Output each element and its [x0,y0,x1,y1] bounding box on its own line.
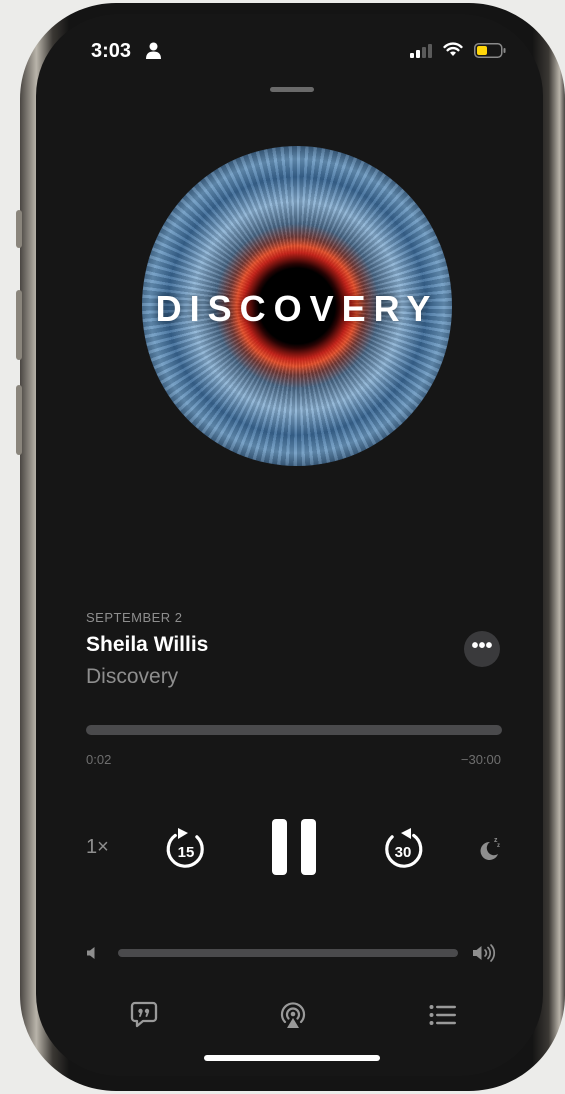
sleep-timer-button[interactable]: z z [478,834,502,860]
svg-text:z: z [497,843,500,849]
airplay-icon [280,1002,306,1028]
skip-back-seconds: 15 [178,844,195,861]
pause-icon-left-bar [272,819,287,875]
skip-back-button[interactable]: 15 [164,824,208,872]
list-icon [429,1005,456,1025]
wifi-icon [443,42,463,56]
elapsed-time: 0:02 [86,752,112,767]
ellipsis-icon: ••• [471,635,493,657]
show-name[interactable]: Discovery [86,665,178,689]
now-playing-screen: 3:03 DISCOVERY SEPTEMBER 2 Sheila Willis [36,14,543,1076]
episode-title[interactable]: Sheila Willis [86,633,208,657]
status-time: 3:03 [91,40,132,62]
mute-switch [16,210,22,248]
up-next-queue-button[interactable] [429,1003,457,1032]
battery-icon [474,43,506,58]
artwork-title: DISCOVERY [155,288,439,329]
person-icon [146,42,161,59]
remaining-time: −30:00 [460,752,501,767]
skip-forward-seconds: 30 [395,844,412,861]
volume-down-hardware-button [16,385,22,455]
airplay-button[interactable] [279,1001,307,1036]
volume-high-icon [473,944,496,962]
skip-forward-30-icon: 30 [385,828,423,868]
more-options-button[interactable]: ••• [464,631,500,667]
moon-zzz-icon: z z [480,837,500,860]
playback-speed-button[interactable]: 1× [86,836,109,859]
skip-forward-button[interactable]: 30 [381,824,425,872]
volume-low-icon [87,947,95,959]
pause-button[interactable] [272,819,316,875]
transcript-button[interactable] [130,1001,158,1034]
progress-scrubber[interactable] [86,725,502,735]
quote-bubble-icon [130,1001,158,1028]
volume-slider[interactable] [118,949,458,957]
pause-icon-right-bar [301,819,316,875]
podcast-artwork: DISCOVERY [132,136,462,476]
cellular-signal-icon [410,44,432,58]
skip-back-15-icon: 15 [166,828,204,868]
volume-up-hardware-button [16,290,22,360]
episode-date: SEPTEMBER 2 [86,610,183,625]
sheet-grabber-handle[interactable] [270,87,314,92]
status-bar: 3:03 [36,14,543,84]
home-indicator[interactable] [204,1055,380,1061]
